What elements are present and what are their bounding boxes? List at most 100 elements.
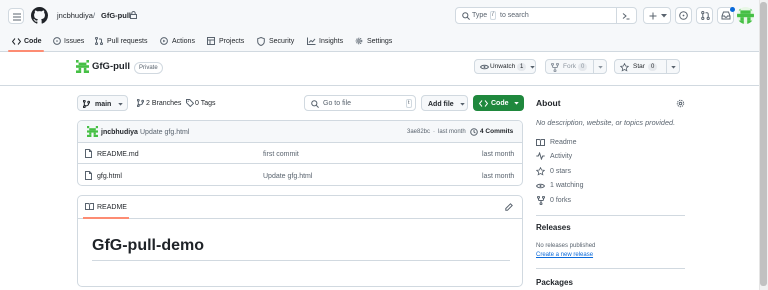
go-to-file-placeholder: Go to file [323, 100, 352, 107]
repo-header-divider [0, 85, 760, 86]
unwatch-button[interactable]: Unwatch 1 [474, 59, 536, 74]
file-table: jncbhudiya Update gfg.html 3ae82bc · las… [77, 120, 523, 186]
create-release-link[interactable]: Create a new release [536, 252, 593, 258]
readme-header: README [78, 196, 522, 219]
tags-count: 0 Tags [195, 100, 216, 107]
scrollbar-thumb[interactable] [760, 2, 767, 286]
tab-label: Settings [367, 38, 393, 45]
chevron-down-icon [460, 103, 465, 106]
command-palette-icon[interactable] [622, 12, 630, 20]
file-commit-message[interactable]: Update gfg.html [263, 173, 312, 180]
fork-button[interactable]: Fork 0 [545, 59, 607, 74]
star-icon [536, 167, 545, 176]
repo-title[interactable]: GfG-pull [92, 62, 130, 72]
eye-icon [536, 183, 545, 189]
star-icon [620, 63, 629, 72]
repo-link[interactable]: GfG-pull [101, 12, 131, 20]
chevron-down-icon [671, 66, 676, 69]
create-new-button[interactable] [643, 7, 671, 24]
search-placeholder-before: Type [472, 12, 488, 19]
file-name[interactable]: README.md [97, 151, 139, 158]
sidebar-item-watching[interactable]: 1 watching [536, 181, 596, 192]
tab-insights[interactable]: Insights [306, 31, 346, 52]
code-button[interactable]: Code [473, 95, 524, 111]
issues-button[interactable] [675, 7, 692, 24]
commits-link[interactable]: 4 Commits [480, 128, 513, 136]
avatar[interactable] [737, 7, 754, 24]
branches-link[interactable]: 2 Branches [135, 96, 183, 110]
tab-security[interactable]: Security [256, 31, 298, 52]
notification-dot [730, 7, 735, 12]
book-icon [536, 139, 545, 146]
commit-message[interactable]: Update gfg.html [140, 129, 189, 136]
readme-heading: GfG-pull-demo [92, 237, 204, 254]
tag-icon [186, 99, 194, 107]
commit-author-avatar[interactable] [87, 126, 98, 137]
commit-hash[interactable]: 3ae82bc [407, 129, 430, 135]
tab-readme[interactable]: README [83, 196, 129, 219]
plus-icon [649, 12, 657, 20]
search-divider [616, 8, 617, 23]
star-button[interactable]: Star 0 [614, 59, 680, 74]
visibility-badge: Private [134, 62, 163, 74]
go-to-file-input[interactable]: Go to file t [304, 95, 416, 111]
lock-icon [130, 11, 137, 19]
tab-pull-requests[interactable]: Pull requests [94, 31, 154, 52]
gear-icon [355, 37, 363, 45]
menu-button[interactable] [8, 8, 24, 24]
go-to-file-shortcut: t [406, 99, 412, 108]
pulse-icon [536, 152, 545, 160]
sidebar-item-forks[interactable]: 0 forks [536, 196, 596, 207]
inbox-button[interactable] [717, 7, 735, 24]
git-pull-request-icon [95, 37, 103, 45]
file-commit-message[interactable]: first commit [263, 151, 299, 158]
sidebar-item-readme[interactable]: Readme [536, 138, 596, 149]
file-commit-time: last month [482, 173, 515, 180]
tab-label: Actions [172, 38, 195, 45]
star-count: 0 [648, 63, 658, 71]
tab-projects[interactable]: Projects [206, 31, 248, 52]
search-input[interactable]: Type / to search [455, 7, 637, 24]
eye-icon [480, 64, 489, 70]
gear-icon[interactable] [676, 99, 685, 108]
history-icon [470, 128, 478, 136]
hamburger-icon [13, 13, 21, 21]
branches-count: 2 Branches [146, 100, 182, 107]
tab-label: Security [269, 38, 295, 45]
tab-settings[interactable]: Settings [354, 31, 396, 52]
unwatch-label: Unwatch [490, 63, 516, 70]
tab-actions[interactable]: Actions [159, 31, 199, 52]
add-file-label: Add file [428, 101, 454, 108]
search-icon [462, 12, 470, 20]
owner-link[interactable]: jncbhudiya [57, 12, 93, 20]
tab-issues[interactable]: Issues [52, 31, 88, 52]
repo-forked-icon [551, 63, 559, 72]
sidebar-item-label: 0 stars [550, 168, 572, 175]
tab-code[interactable]: Code [8, 31, 46, 52]
sidebar-item-stars[interactable]: 0 stars [536, 167, 596, 178]
inbox-icon [721, 11, 731, 20]
sidebar-item-label: 1 watching [550, 182, 584, 189]
packages-title[interactable]: Packages [536, 279, 573, 287]
sidebar-item-activity[interactable]: Activity [536, 152, 596, 163]
table-row[interactable]: gfg.html Update gfg.html last month [78, 164, 522, 185]
search-placeholder-after: to search [500, 12, 529, 19]
file-name[interactable]: gfg.html [97, 173, 122, 180]
pencil-icon[interactable] [505, 203, 513, 211]
branch-select[interactable]: main [77, 95, 128, 111]
shield-icon [257, 37, 265, 46]
issue-opened-icon [53, 37, 61, 45]
tab-label: Issues [64, 38, 85, 45]
sidebar-divider [536, 215, 685, 216]
pull-requests-button[interactable] [696, 7, 713, 24]
tab-label: Projects [219, 38, 245, 45]
file-icon [85, 171, 92, 180]
chevron-down-icon [530, 66, 535, 69]
add-file-button[interactable]: Add file [421, 95, 468, 111]
commit-author[interactable]: jncbhudiya [101, 129, 138, 136]
tags-link[interactable]: 0 Tags [185, 96, 219, 110]
table-row[interactable]: README.md first commit last month [78, 143, 522, 164]
latest-commit-bar: jncbhudiya Update gfg.html 3ae82bc · las… [78, 121, 522, 143]
github-logo-icon[interactable] [31, 7, 48, 24]
releases-title[interactable]: Releases [536, 224, 571, 232]
